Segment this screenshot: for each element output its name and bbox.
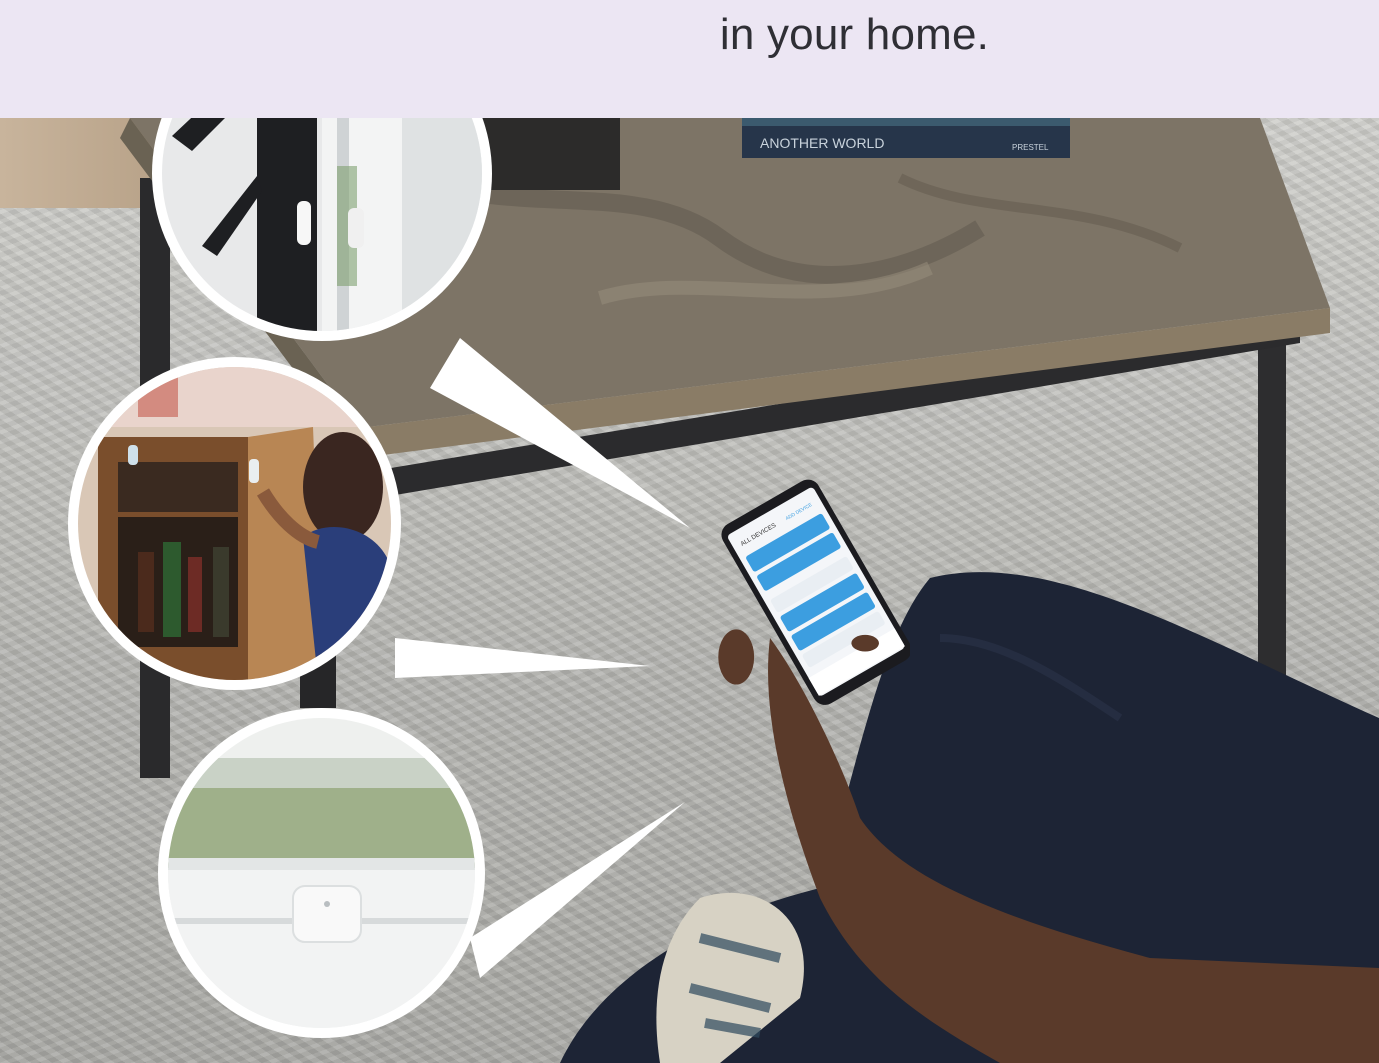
header-banner: in your home.	[0, 0, 1379, 118]
grass-view	[168, 788, 475, 868]
hand-finger	[851, 634, 879, 652]
door-sensor-magnet	[348, 208, 364, 248]
table-leg-right	[1258, 318, 1286, 678]
cabinet-sensor-device	[249, 459, 259, 483]
dark-box	[470, 118, 620, 190]
window-sensor-callout	[158, 708, 485, 1038]
door-sensor-device	[297, 201, 311, 245]
callout-wedge-3	[470, 802, 685, 978]
headline-text: in your home.	[719, 10, 990, 59]
smartphone: ALL DEVICES ADD DEVICE	[718, 479, 910, 705]
door-sensor-photo	[162, 118, 482, 331]
book-publisher: PRESTEL	[1012, 143, 1049, 152]
cabinet-sensor-callout	[68, 357, 401, 690]
hand-thumb	[718, 629, 755, 685]
callout-wedge-2	[395, 638, 650, 678]
person-head	[303, 432, 383, 542]
book: ANOTHER WORLD PRESTEL	[742, 118, 1070, 158]
cabinet-sensor-photo	[78, 367, 391, 680]
book-title: ANOTHER WORLD	[760, 135, 884, 151]
window-sensor-device	[292, 885, 362, 943]
living-room-scene: ANOTHER WORLD PRESTEL ALL DEVICES ADD DE…	[0, 118, 1379, 1063]
window-sensor-photo	[168, 718, 475, 1028]
